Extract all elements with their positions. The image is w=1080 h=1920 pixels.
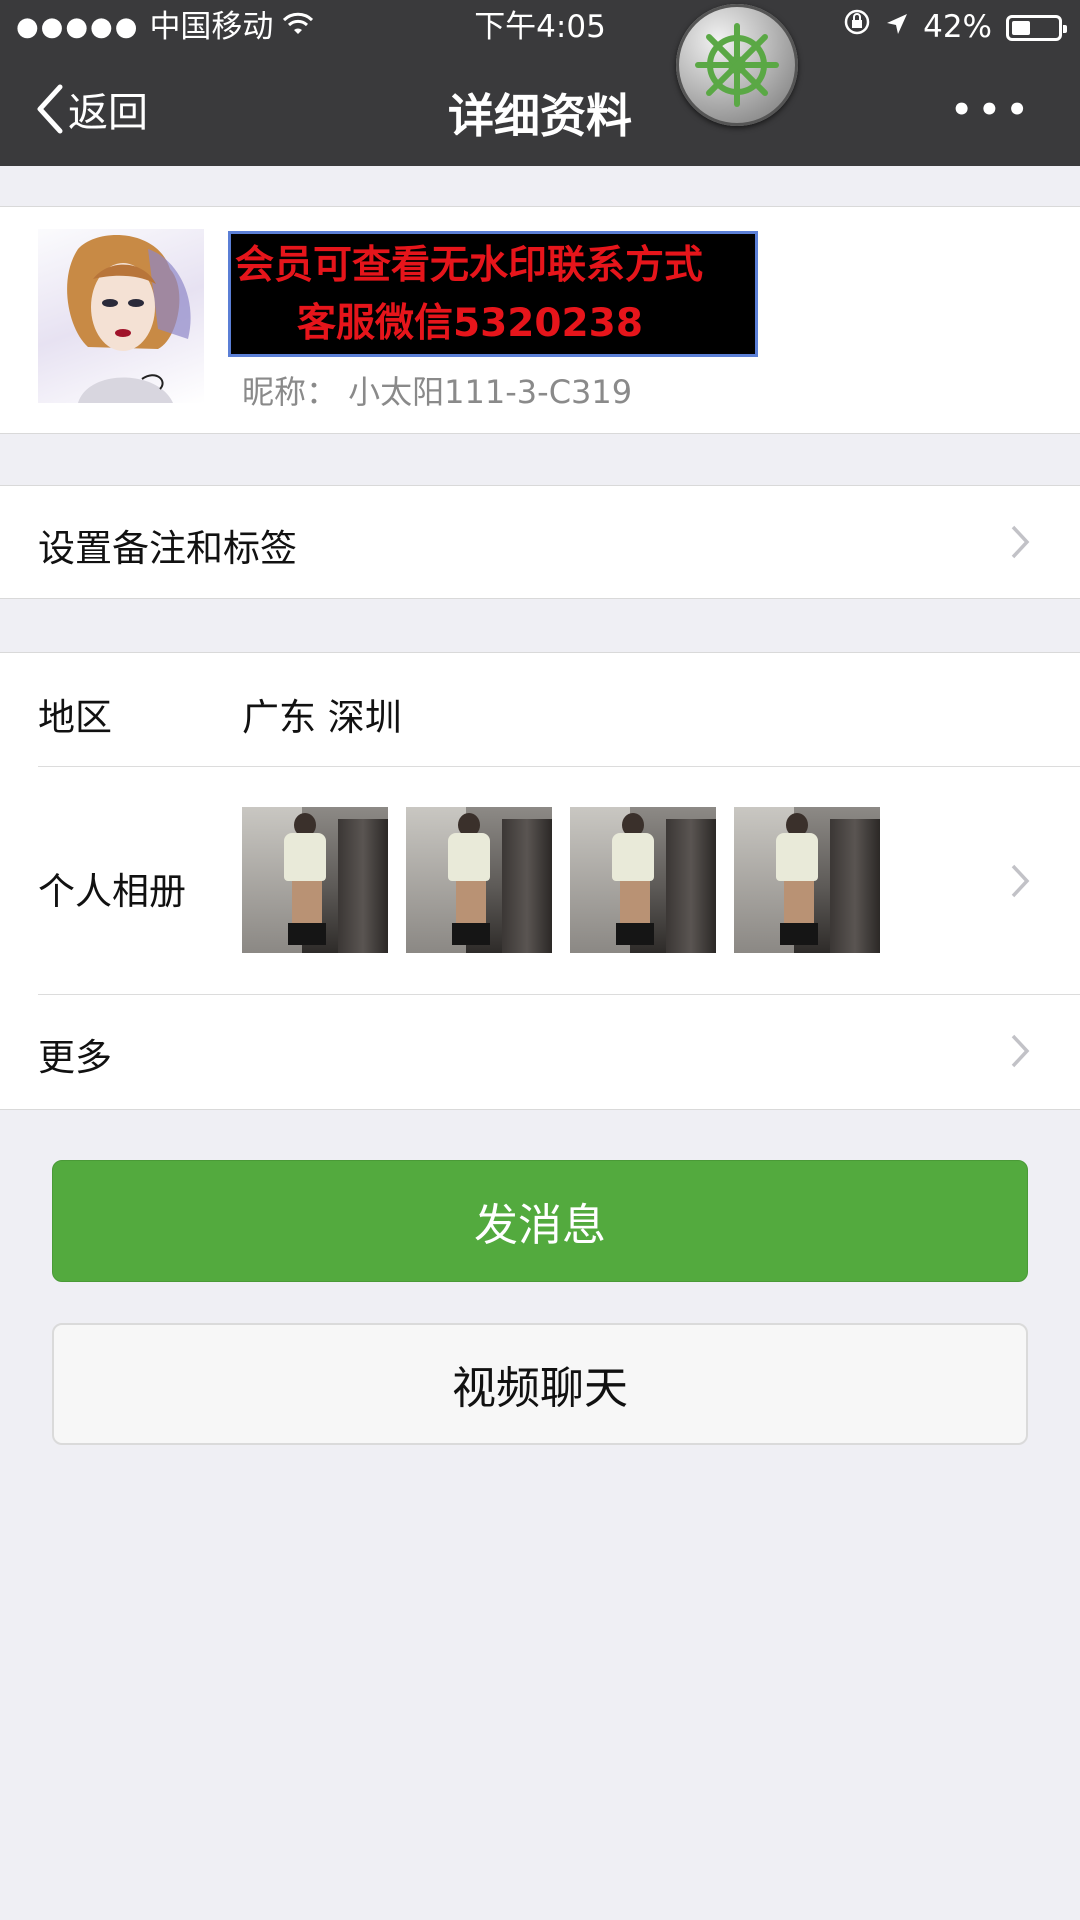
album-photo bbox=[570, 807, 716, 953]
album-label: 个人相册 bbox=[38, 870, 186, 913]
more-label: 更多 bbox=[38, 1036, 112, 1079]
chevron-right-icon bbox=[1010, 524, 1030, 564]
status-right: 42% bbox=[843, 0, 1067, 54]
album-thumbnails bbox=[242, 807, 880, 953]
watermark-line-1: 会员可查看无水印联系方式 bbox=[235, 243, 704, 288]
location-arrow-icon bbox=[885, 0, 909, 54]
orientation-lock-icon bbox=[843, 0, 871, 54]
album-row[interactable]: 个人相册 bbox=[0, 767, 1080, 995]
chevron-right-icon bbox=[1010, 863, 1030, 903]
avatar[interactable] bbox=[38, 229, 204, 403]
remark-group: 设置备注和标签 bbox=[0, 485, 1080, 599]
album-photo bbox=[242, 807, 388, 953]
battery-percentage: 42% bbox=[923, 9, 992, 45]
album-photo bbox=[734, 807, 880, 953]
watermark-line-2: 客服微信5320238 bbox=[297, 301, 643, 346]
more-dots-icon[interactable]: ••• bbox=[951, 90, 1034, 130]
video-chat-button[interactable]: 视频聊天 bbox=[52, 1323, 1028, 1445]
status-bar: ●●●●● 中国移动 下午4:05 42% bbox=[0, 0, 1080, 54]
remark-label: 设置备注和标签 bbox=[38, 527, 297, 570]
nav-bar: 返回 详细资料 ••• bbox=[0, 54, 1080, 166]
region-label: 地区 bbox=[38, 696, 112, 739]
region-row: 地区 广东 深圳 bbox=[0, 653, 1080, 767]
region-value: 广东 深圳 bbox=[242, 696, 402, 739]
more-row[interactable]: 更多 bbox=[0, 995, 1080, 1107]
remark-row[interactable]: 设置备注和标签 bbox=[0, 486, 1080, 598]
chevron-right-icon bbox=[1010, 1033, 1030, 1073]
profile-card: 会员可查看无水印联系方式 客服微信5320238 昵称： 小太阳111-3-C3… bbox=[0, 206, 1080, 434]
album-photo bbox=[406, 807, 552, 953]
top-bar: ●●●●● 中国移动 下午4:05 42% 返回 详细资料 ••• bbox=[0, 0, 1080, 166]
send-message-button[interactable]: 发消息 bbox=[52, 1160, 1028, 1282]
nickname: 昵称： 小太阳111-3-C319 bbox=[242, 373, 633, 411]
battery-icon bbox=[1006, 15, 1067, 41]
info-group: 地区 广东 深圳 个人相册 更多 bbox=[0, 652, 1080, 1110]
watermark-banner: 会员可查看无水印联系方式 客服微信5320238 bbox=[228, 231, 758, 357]
page-title: 详细资料 bbox=[448, 89, 632, 143]
